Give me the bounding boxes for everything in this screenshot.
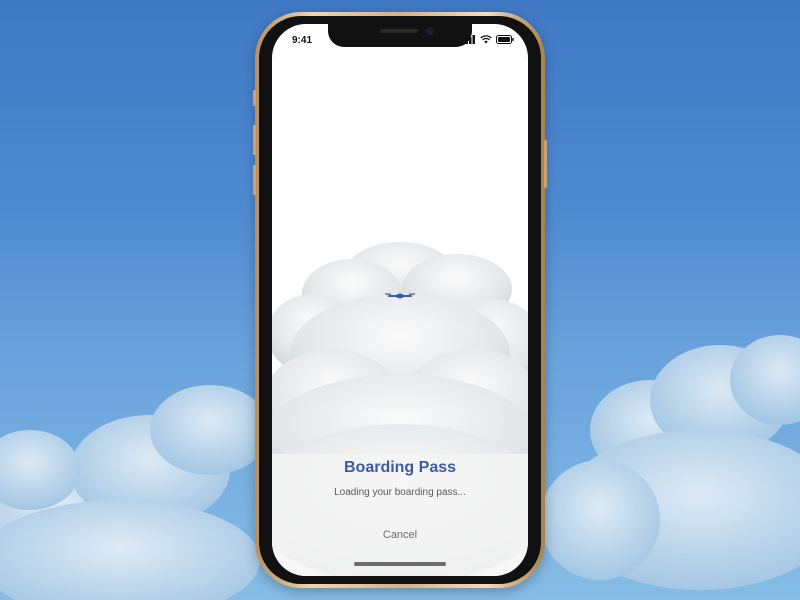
power-button [544,140,547,188]
cellular-signal-icon [462,35,475,44]
volume-down-button [253,165,256,195]
battery-icon [496,35,514,44]
earpiece-speaker [380,29,418,33]
status-icons [462,35,514,44]
status-time: 9:41 [292,35,313,46]
wifi-icon [480,35,492,44]
home-indicator[interactable] [354,562,446,566]
phone-screen: 9:41 Boarding Pass Loading your boarding… [272,24,528,576]
notch [328,24,472,47]
page-title: Boarding Pass [343,459,457,476]
airplane-icon [385,293,415,299]
front-camera [426,27,434,35]
volume-up-button [253,125,256,155]
loading-message: Loading your boarding pass... [334,487,466,498]
mute-switch [253,90,256,106]
cancel-button[interactable]: Cancel [370,529,430,541]
